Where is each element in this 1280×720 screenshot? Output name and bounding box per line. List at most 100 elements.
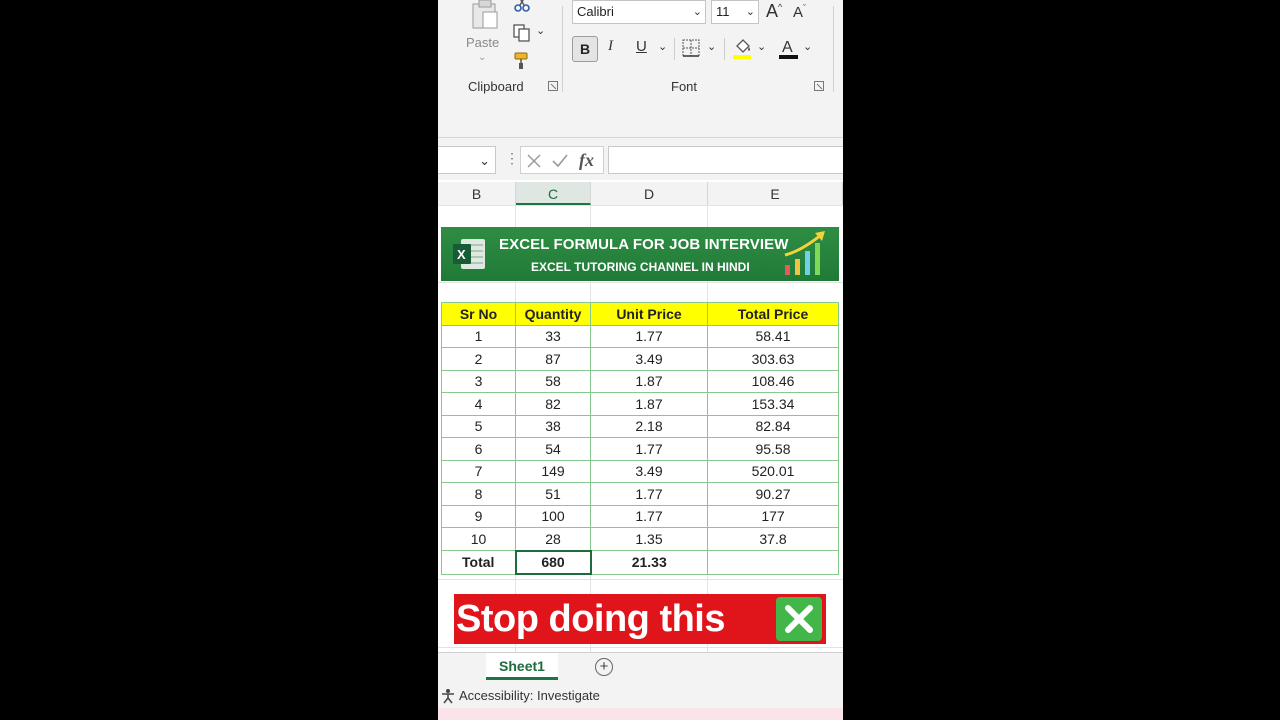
unit-price-cell[interactable]: 1.77: [590, 504, 708, 528]
sr-no-cell[interactable]: 7: [441, 459, 516, 483]
quantity-cell[interactable]: 149: [515, 459, 591, 483]
quantity-cell[interactable]: 54: [515, 437, 591, 461]
total-price-cell[interactable]: 95.58: [707, 437, 839, 461]
unit-price-cell[interactable]: 1.77: [590, 482, 708, 506]
unit-price-cell[interactable]: 2.18: [590, 414, 708, 438]
total-price-cell[interactable]: 153.34: [707, 392, 839, 416]
underline-dropdown-chevron-icon[interactable]: ⌄: [658, 40, 667, 53]
sr-no-cell[interactable]: Total: [441, 550, 516, 575]
unit-price-cell[interactable]: 1.77: [590, 324, 708, 348]
font-size-dropdown[interactable]: 11 ⌄: [711, 0, 759, 24]
total-price-cell[interactable]: 520.01: [707, 459, 839, 483]
paste-dropdown-chevron-icon[interactable]: ⌄: [478, 52, 486, 63]
quantity-cell[interactable]: 87: [515, 347, 591, 371]
unit-price-cell[interactable]: 1.87: [590, 392, 708, 416]
unit-price-cell[interactable]: 1.87: [590, 369, 708, 393]
total-price-cell[interactable]: 108.46: [707, 369, 839, 393]
total-price-cell[interactable]: 37.8: [707, 527, 839, 551]
borders-icon[interactable]: [682, 39, 700, 57]
table-row: 3 58 1.87 108.46: [441, 369, 839, 393]
unit-price-cell[interactable]: 3.49: [590, 459, 708, 483]
banner-subtitle: EXCEL TUTORING CHANNEL IN HINDI: [531, 260, 750, 274]
column-header-cell[interactable]: Quantity: [515, 302, 591, 326]
unit-price-cell[interactable]: 1.35: [590, 527, 708, 551]
formula-bar-more-icon[interactable]: ⋮: [505, 150, 519, 167]
cut-icon[interactable]: [512, 0, 532, 16]
bold-button[interactable]: B: [572, 36, 598, 62]
total-price-cell[interactable]: 82.84: [707, 414, 839, 438]
column-header-c[interactable]: C: [516, 182, 591, 205]
cancel-icon[interactable]: [526, 153, 542, 169]
quantity-cell[interactable]: 58: [515, 369, 591, 393]
excel-window: Paste ⌄ ⌄ Clipboard Calibri ⌄ 11 ⌄ A^ Aˇ…: [438, 0, 843, 720]
accessibility-status[interactable]: Accessibility: Investigate: [459, 688, 600, 703]
fill-color-dropdown-chevron-icon[interactable]: ⌄: [757, 40, 766, 53]
quantity-cell[interactable]: 28: [515, 527, 591, 551]
font-name-dropdown[interactable]: Calibri ⌄: [572, 0, 706, 24]
ribbon-group-separator: [562, 6, 563, 92]
total-price-cell[interactable]: 303.63: [707, 347, 839, 371]
font-color-icon[interactable]: A: [778, 36, 800, 60]
column-header-b[interactable]: B: [438, 182, 516, 205]
quantity-cell[interactable]: 38: [515, 414, 591, 438]
increase-font-size-icon[interactable]: A^: [766, 1, 782, 22]
growth-chart-icon: [784, 231, 825, 275]
font-name-value: Calibri: [577, 4, 614, 19]
worksheet-grid[interactable]: X EXCEL FORMULA FOR JOB INTERVIEW EXCEL …: [438, 205, 843, 652]
column-header-d[interactable]: D: [591, 182, 708, 205]
sr-no-cell[interactable]: 4: [441, 392, 516, 416]
quantity-cell[interactable]: 51: [515, 482, 591, 506]
paste-label[interactable]: Paste: [466, 35, 499, 50]
underline-button[interactable]: U: [636, 38, 647, 55]
fill-color-icon[interactable]: [732, 36, 754, 60]
formula-bar: ⌄ ⋮ fx: [438, 138, 843, 180]
total-price-cell[interactable]: 58.41: [707, 324, 839, 348]
table-row: 4 82 1.87 153.34: [441, 392, 839, 416]
unit-price-cell[interactable]: 1.77: [590, 437, 708, 461]
font-dialog-launcher-icon[interactable]: [814, 81, 824, 91]
format-painter-icon[interactable]: [512, 50, 532, 70]
column-header-e[interactable]: E: [708, 182, 843, 205]
column-header-cell[interactable]: Total Price: [707, 302, 839, 326]
quantity-cell[interactable]: 33: [515, 324, 591, 348]
sr-no-cell[interactable]: 10: [441, 527, 516, 551]
ribbon-spacer: [438, 97, 843, 138]
sheet-tab-bar: Sheet1 +: [438, 652, 843, 683]
sr-no-cell[interactable]: 9: [441, 504, 516, 528]
sr-no-cell[interactable]: 3: [441, 369, 516, 393]
total-price-cell[interactable]: [707, 550, 839, 575]
sr-no-cell[interactable]: 2: [441, 347, 516, 371]
sr-no-cell[interactable]: 5: [441, 414, 516, 438]
quantity-cell[interactable]: 82: [515, 392, 591, 416]
name-box[interactable]: ⌄: [438, 146, 496, 174]
sheet-tab-sheet1[interactable]: Sheet1: [486, 653, 558, 680]
copy-dropdown-chevron-icon[interactable]: ⌄: [536, 24, 545, 37]
quantity-cell[interactable]: 100: [515, 504, 591, 528]
total-price-cell[interactable]: 90.27: [707, 482, 839, 506]
gridline: [438, 205, 843, 206]
active-cell[interactable]: 680: [514, 549, 592, 575]
font-color-dropdown-chevron-icon[interactable]: ⌄: [803, 40, 812, 53]
add-sheet-icon[interactable]: +: [595, 658, 613, 676]
total-price-cell[interactable]: 177: [707, 504, 839, 528]
unit-price-cell[interactable]: 21.33: [590, 550, 708, 575]
sr-no-cell[interactable]: 6: [441, 437, 516, 461]
column-header-cell[interactable]: Sr No: [441, 302, 516, 326]
formula-input[interactable]: [608, 146, 843, 174]
sr-no-cell[interactable]: 8: [441, 482, 516, 506]
decrease-font-size-icon[interactable]: Aˇ: [793, 3, 806, 21]
paste-icon[interactable]: [471, 0, 499, 30]
accessibility-icon[interactable]: [440, 688, 456, 704]
caption-text: Stop doing this: [456, 598, 726, 640]
excel-logo-icon: X: [453, 239, 485, 269]
title-banner: X EXCEL FORMULA FOR JOB INTERVIEW EXCEL …: [441, 227, 839, 281]
column-header-cell[interactable]: Unit Price: [590, 302, 708, 326]
unit-price-cell[interactable]: 3.49: [590, 347, 708, 371]
insert-function-icon[interactable]: fx: [579, 150, 594, 171]
borders-dropdown-chevron-icon[interactable]: ⌄: [707, 40, 716, 53]
enter-check-icon[interactable]: [551, 153, 569, 169]
italic-button[interactable]: I: [608, 38, 613, 55]
clipboard-dialog-launcher-icon[interactable]: [548, 81, 558, 91]
sr-no-cell[interactable]: 1: [441, 324, 516, 348]
copy-icon[interactable]: [512, 23, 532, 43]
